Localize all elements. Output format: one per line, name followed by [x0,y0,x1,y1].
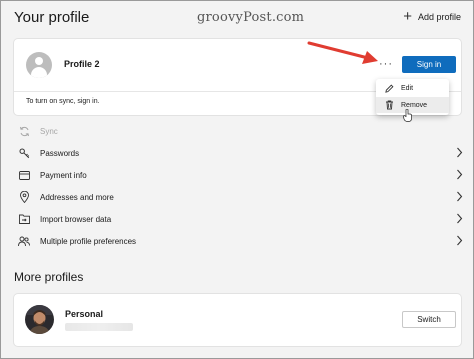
pencil-icon [384,84,394,93]
add-profile-button[interactable]: + Add profile [403,8,461,25]
settings-item-label: Passwords [40,148,80,158]
settings-item-addresses[interactable]: Addresses and more [14,186,463,208]
sign-in-button[interactable]: Sign in [402,56,456,73]
switch-button[interactable]: Switch [402,311,456,328]
settings-item-label: Payment info [40,170,87,180]
chevron-right-icon [457,169,463,180]
avatar [26,52,52,78]
settings-item-multiple-profiles[interactable]: Multiple profile preferences [14,230,463,252]
settings-list: Sync Passwords Payment info Addresses an… [14,120,463,252]
menu-item-label: Edit [401,84,414,92]
chevron-right-icon [457,147,463,158]
avatar [25,305,54,334]
import-folder-icon [18,213,30,225]
settings-item-label: Addresses and more [40,192,114,202]
settings-item-payment-info[interactable]: Payment info [14,164,463,186]
trash-icon [384,100,394,110]
chevron-right-icon [457,191,463,202]
profile-name: Profile 2 [64,59,100,69]
settings-item-sync: Sync [14,120,463,142]
settings-item-import[interactable]: Import browser data [14,208,463,230]
people-icon [18,235,30,247]
menu-item-edit[interactable]: Edit [376,80,449,96]
settings-item-label: Sync [40,126,58,136]
sync-icon [18,125,30,137]
chevron-right-icon [457,235,463,246]
settings-item-label: Multiple profile preferences [40,236,137,246]
other-profile-card: Personal Switch [14,294,461,346]
credit-card-icon [18,169,30,181]
page-title: Your profile [14,9,90,26]
menu-item-label: Remove [401,101,428,109]
sync-hint: To turn on sync, sign in. [26,98,100,105]
chevron-right-icon [457,213,463,224]
settings-window: Your profile groovyPost.com + Add profil… [0,0,474,359]
key-icon [18,147,30,159]
redacted-email [65,323,133,331]
settings-item-label: Import browser data [40,214,112,224]
add-profile-label: Add profile [417,12,461,22]
more-profiles-title: More profiles [14,270,84,284]
annotation-arrow-icon [307,41,378,64]
location-pin-icon [18,191,30,203]
plus-icon: + [403,8,412,25]
settings-item-passwords[interactable]: Passwords [14,142,463,164]
watermark: groovyPost.com [197,10,305,25]
profile-name: Personal [65,309,104,319]
